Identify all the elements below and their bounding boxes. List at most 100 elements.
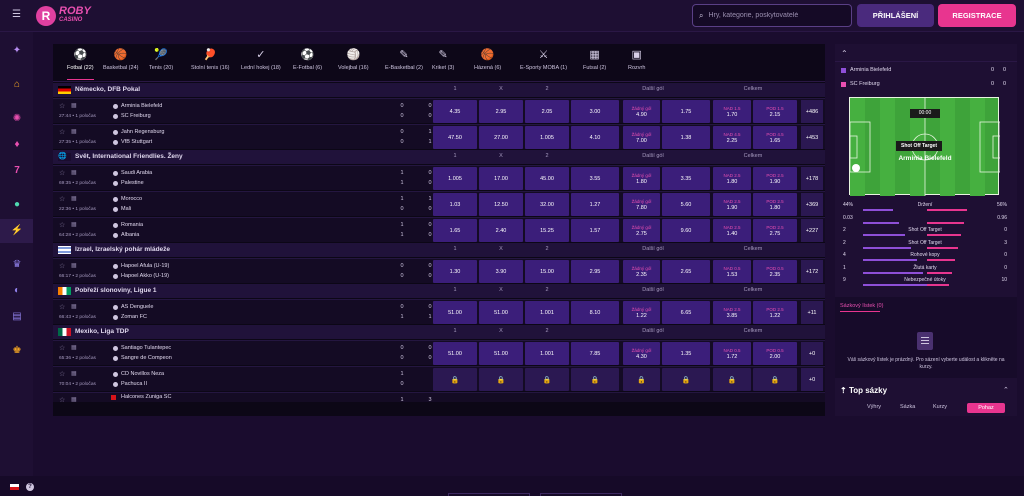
favorite-icon[interactable]: ☆ [59, 303, 65, 311]
event-row[interactable]: ☆ ▦ 66:17 • 2 poločas Hapoel Afula (U-19) Ha… [53, 258, 825, 283]
odd-button[interactable]: NAD 1.5 1.70 [713, 100, 751, 123]
odd-button[interactable]: POD 0.5 2.35 [753, 260, 797, 283]
odd-button[interactable]: 2.05 [525, 100, 569, 123]
collapse-icon[interactable]: ⌃ [841, 49, 848, 58]
stats-icon[interactable]: ▦ [71, 169, 77, 176]
event-row[interactable]: ☆▦64:28 • 2 poločasRomaniaAlbania1100201… [53, 217, 825, 242]
odd-button[interactable]: Žádný gól 7.80 [623, 193, 660, 216]
odd-button[interactable]: POD 4.5 1.65 [753, 126, 797, 149]
favorite-icon[interactable]: ☆ [59, 344, 65, 352]
sport-tab[interactable]: 🏐 Volejbal (16) [338, 48, 369, 80]
odd-button[interactable]: 1.65 [433, 219, 477, 242]
trophy-icon[interactable]: ♛ [10, 258, 24, 272]
odd-button[interactable]: Žádný gól 2.35 [623, 260, 660, 283]
odd-button[interactable]: NAD 4.5 2.25 [713, 126, 751, 149]
sport-tab[interactable]: ▦ Futsal (2) [583, 48, 606, 80]
stats-icon[interactable]: ▦ [71, 195, 77, 202]
search-input[interactable] [708, 12, 839, 19]
more-markets-button[interactable]: +11 [801, 301, 823, 324]
odd-button[interactable]: NAD 2.5 1.80 [713, 167, 751, 190]
register-button[interactable]: REGISTRACE [938, 4, 1016, 27]
event-row[interactable]: ☆ ▦ Halcones Zuniga SC 1 3 [53, 392, 825, 404]
favorite-icon[interactable]: ☆ [59, 262, 65, 270]
odd-button[interactable]: 47.50 [433, 126, 477, 149]
odd-button[interactable]: 8.10 [571, 301, 619, 324]
collapse-up-icon[interactable]: ⌃ [1003, 386, 1009, 394]
odd-button[interactable]: 15.00 [525, 260, 569, 283]
odd-button[interactable]: 27.00 [479, 126, 523, 149]
odd-button[interactable]: Žádný gól 1.22 [623, 301, 660, 324]
odd-button[interactable]: POD 2.5 2.75 [753, 219, 797, 242]
stats-icon[interactable]: ▦ [71, 396, 77, 403]
odd-button[interactable]: 5.60 [662, 193, 710, 216]
odd-button[interactable]: POD 2.5 1.22 [753, 301, 797, 324]
top-tab-vyhry[interactable]: Výhry [867, 404, 881, 410]
sport-tab[interactable]: 🏀 Házená (6) [474, 48, 501, 80]
odd-button[interactable]: Žádný gól 2.75 [623, 219, 660, 242]
sport-tab[interactable]: 🏓 Stolní tenis (16) [191, 48, 230, 80]
sport-tab[interactable]: ✓ Lední hokej (18) [241, 48, 281, 80]
odd-button[interactable]: 1.001 [525, 342, 569, 365]
odd-button[interactable]: 4.10 [571, 126, 619, 149]
sport-tab[interactable]: ⚽ Fotbal (22) [67, 48, 94, 80]
league-header[interactable]: Mexiko, Liga TDP 1 X 2 Další gól Celkem [53, 325, 825, 339]
odd-button[interactable]: 3.90 [479, 260, 523, 283]
odd-button[interactable]: 4.35 [433, 100, 477, 123]
odd-button[interactable]: 12.50 [479, 193, 523, 216]
search-box[interactable]: ⌕ [692, 4, 852, 27]
favorite-icon[interactable]: ☆ [59, 396, 65, 404]
event-row[interactable]: ☆ ▦ 65:36 • 2 poločas Santiago Tulantepec Sa… [53, 340, 825, 365]
odd-button[interactable]: POD 2.5 1.90 [753, 167, 797, 190]
top-tab-pohaz[interactable]: Pohaz [967, 403, 1005, 413]
sport-tab[interactable]: ▣ Rozvrh [628, 48, 645, 80]
favorite-icon[interactable]: ☆ [59, 195, 65, 203]
bet-slip-tab[interactable]: Sázkový lístek (0) [840, 303, 883, 309]
odd-button[interactable]: 2.65 [662, 260, 710, 283]
stats-icon[interactable]: ▦ [71, 262, 77, 269]
event-row[interactable]: ☆ ▦ 27:44 • 1 poločas Arminia Bielefeld SC F… [53, 98, 825, 123]
odd-button[interactable]: 45.00 [525, 167, 569, 190]
odd-button[interactable]: NAD 0.5 1.72 [713, 342, 751, 365]
odd-button[interactable]: 1.75 [662, 100, 710, 123]
microphone-icon[interactable]: ♦ [10, 138, 24, 152]
odd-button[interactable]: 1.57 [571, 219, 619, 242]
odd-button[interactable]: Žádný gól 4.30 [623, 342, 660, 365]
odd-button[interactable]: 6.65 [662, 301, 710, 324]
odd-button[interactable]: 1.27 [571, 193, 619, 216]
favorite-icon[interactable]: ☆ [59, 102, 65, 110]
odd-button[interactable]: Žádný gól 4.90 [623, 100, 660, 123]
odd-button[interactable]: 1.005 [525, 126, 569, 149]
sport-tab[interactable]: ✎ Kriket (3) [432, 48, 454, 80]
odd-button[interactable]: 3.00 [571, 100, 619, 123]
casino-chip-icon[interactable]: ✺ [10, 112, 24, 126]
more-markets-button[interactable]: +227 [801, 219, 823, 242]
league-header[interactable]: 🌐 Svět, International Friendlies. Ženy 1 X 2… [53, 150, 825, 164]
odd-button[interactable]: 32.00 [525, 193, 569, 216]
more-markets-button[interactable]: +453 [801, 126, 823, 149]
more-markets-button[interactable]: +178 [801, 167, 823, 190]
stats-icon[interactable]: ▦ [71, 370, 77, 377]
favorite-icon[interactable]: ☆ [59, 370, 65, 378]
odd-button[interactable]: NAD 2.5 1.90 [713, 193, 751, 216]
sport-tab[interactable]: 🎾 Tenis (20) [149, 48, 173, 80]
odd-button[interactable]: 9.60 [662, 219, 710, 242]
stats-icon[interactable]: ▦ [71, 221, 77, 228]
event-row[interactable]: ☆ ▦ 27:35 • 1 poločas Jahn Regensburg VfB St… [53, 124, 825, 149]
more-markets-button[interactable]: +172 [801, 260, 823, 283]
more-markets-button[interactable]: +369 [801, 193, 823, 216]
event-row[interactable]: ☆ ▦ 22:36 • 1 poločas Morocco Mali 1 0 1 0 1.03 12… [53, 191, 825, 216]
favorite-icon[interactable]: ☆ [59, 128, 65, 136]
odd-button[interactable]: 1.005 [433, 167, 477, 190]
league-header[interactable]: Pobřeží slonoviny, Ligue 1 1 X 2 Další gól Ce… [53, 284, 825, 298]
odd-button[interactable]: Žádný gól 7.00 [623, 126, 660, 149]
odd-button[interactable]: NAD 0.5 1.53 [713, 260, 751, 283]
event-row[interactable]: ☆ ▦ 69:35 • 2 poločas Saudi Arabia Palestine… [53, 165, 825, 190]
odd-button[interactable]: 15.25 [525, 219, 569, 242]
ball-icon[interactable]: ● [10, 198, 24, 212]
cart-icon[interactable]: ▤ [10, 310, 24, 324]
odd-button[interactable]: 1.35 [662, 342, 710, 365]
menu-icon[interactable]: ☰ [12, 10, 22, 20]
favorite-icon[interactable]: ☆ [59, 221, 65, 229]
odd-button[interactable]: 1.30 [433, 260, 477, 283]
stats-icon[interactable]: ▦ [71, 344, 77, 351]
